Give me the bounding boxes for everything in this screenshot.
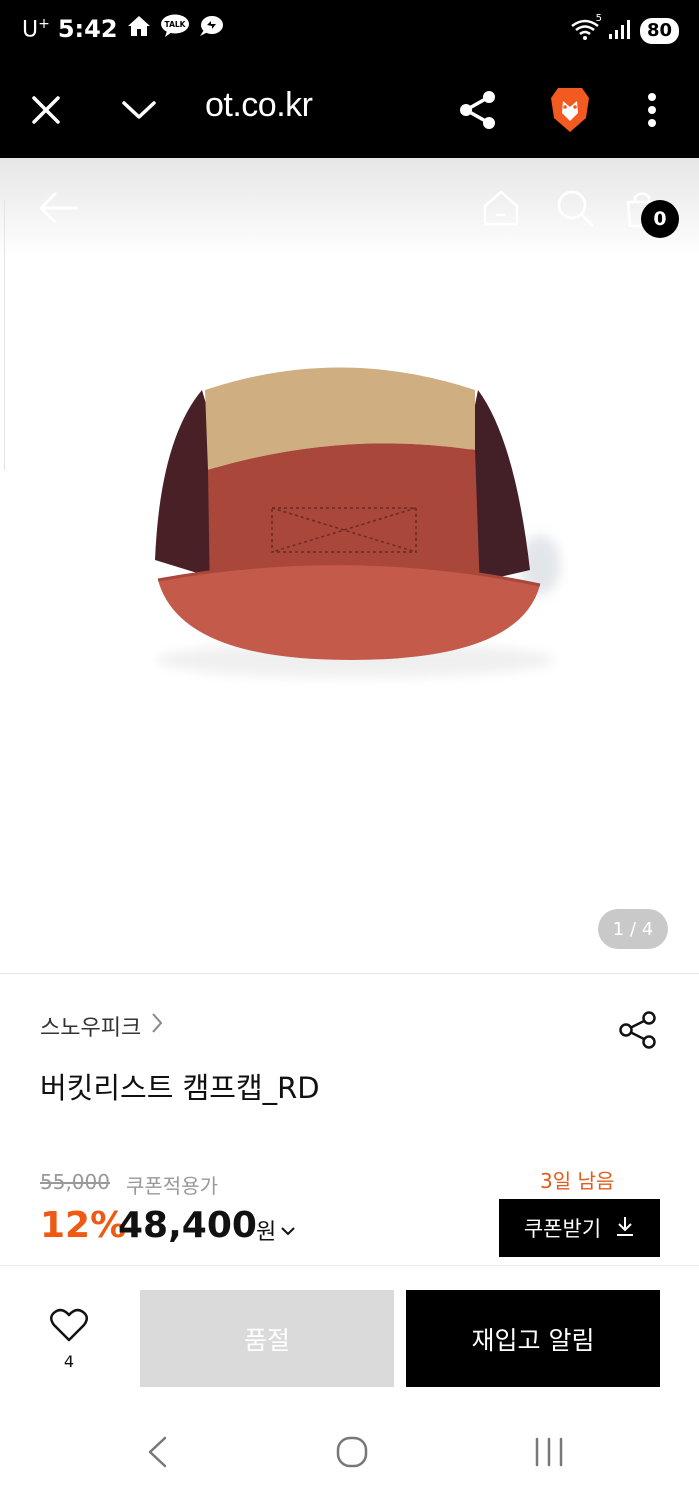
cart-count-badge: 0 bbox=[641, 200, 679, 238]
more-vert-icon[interactable] bbox=[624, 82, 680, 138]
brand-link[interactable]: 스노우피크 bbox=[40, 1010, 163, 1042]
status-bar: U+ 5:42 TALK 5 80 bbox=[0, 0, 699, 62]
close-icon[interactable] bbox=[18, 82, 74, 138]
brave-lion-icon[interactable] bbox=[542, 82, 598, 138]
battery-indicator: 80 bbox=[639, 18, 679, 44]
heart-icon bbox=[50, 1308, 88, 1346]
download-icon bbox=[615, 1215, 635, 1242]
url-bar[interactable]: ot.co.kr bbox=[205, 86, 313, 125]
coupon-button-label: 쿠폰받기 bbox=[523, 1217, 602, 1241]
section-divider bbox=[0, 973, 699, 974]
coupon-price-label: 쿠폰적용가 bbox=[126, 1174, 218, 1198]
status-time: 5:42 bbox=[57, 15, 118, 43]
svg-text:TALK: TALK bbox=[164, 20, 186, 29]
gallery-page-indicator: 1 / 4 bbox=[598, 909, 668, 949]
wishlist-button[interactable]: 4 bbox=[46, 1308, 92, 1371]
currency-label: 원 bbox=[256, 1220, 277, 1245]
signal-icon bbox=[608, 18, 632, 44]
restock-alert-button[interactable]: 재입고 알림 bbox=[406, 1290, 660, 1387]
site-header bbox=[0, 158, 699, 258]
nav-home-icon[interactable] bbox=[327, 1430, 377, 1474]
home-status-icon bbox=[126, 14, 152, 44]
back-arrow-icon[interactable] bbox=[36, 188, 80, 228]
share-icon[interactable] bbox=[450, 82, 506, 138]
chat-bubble-icon bbox=[198, 14, 224, 44]
search-icon[interactable] bbox=[553, 186, 597, 230]
brand-name: 스노우피크 bbox=[40, 1016, 142, 1041]
product-image[interactable] bbox=[120, 330, 580, 690]
kakaotalk-icon: TALK bbox=[160, 14, 190, 44]
original-price: 55,000 bbox=[40, 1170, 110, 1194]
coupon-download-button[interactable]: 쿠폰받기 bbox=[499, 1199, 660, 1257]
chevron-right-icon bbox=[151, 1012, 163, 1040]
discount-rate: 12% bbox=[40, 1205, 127, 1246]
carrier-label: U+ bbox=[22, 15, 50, 43]
coupon-days-left: 3일 남음 bbox=[540, 1169, 615, 1193]
side-edge bbox=[0, 200, 5, 470]
sale-price: 48,400 bbox=[118, 1205, 257, 1246]
home-icon[interactable] bbox=[479, 186, 523, 230]
wifi-icon: 5 bbox=[570, 13, 602, 45]
wish-count: 4 bbox=[63, 1352, 75, 1371]
nav-recents-icon[interactable] bbox=[524, 1430, 574, 1474]
status-right: 5 80 bbox=[570, 13, 679, 45]
browser-toolbar: ot.co.kr bbox=[0, 62, 699, 158]
soldout-button: 품절 bbox=[140, 1290, 394, 1387]
share-outline-icon bbox=[619, 1011, 656, 1049]
status-left: U+ 5:42 TALK bbox=[22, 14, 224, 44]
chevron-down-small-icon bbox=[280, 1218, 296, 1243]
price-detail-toggle[interactable]: 원 bbox=[256, 1214, 296, 1246]
product-share-button[interactable] bbox=[616, 1008, 660, 1052]
product-title: 버킷리스트 캠프캡_RD bbox=[40, 1071, 320, 1105]
chevron-down-icon[interactable] bbox=[111, 82, 167, 138]
nav-back-icon[interactable] bbox=[132, 1430, 182, 1474]
